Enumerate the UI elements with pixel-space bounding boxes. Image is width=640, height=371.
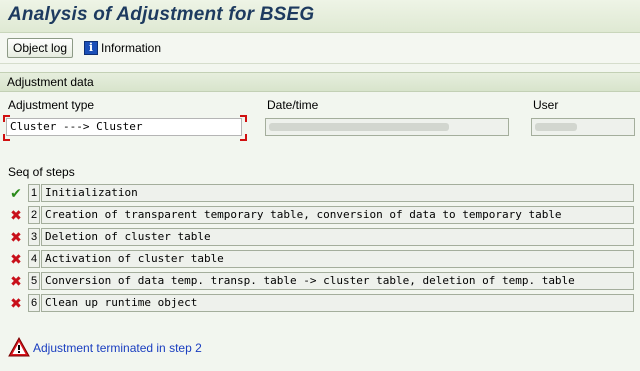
step-description[interactable]: Deletion of cluster table bbox=[41, 228, 634, 246]
info-icon: i bbox=[84, 40, 98, 55]
step-number: 2 bbox=[28, 206, 40, 224]
step-description[interactable]: Conversion of data temp. transp. table -… bbox=[41, 272, 634, 290]
error-x-icon: ✖ bbox=[10, 229, 22, 245]
adjustment-type-field[interactable]: Cluster ---> Cluster bbox=[6, 118, 242, 136]
step-row: ✖ 6 Clean up runtime object bbox=[0, 294, 640, 314]
step-description[interactable]: Creation of transparent temporary table,… bbox=[41, 206, 634, 224]
error-x-icon: ✖ bbox=[10, 251, 22, 267]
datetime-field[interactable] bbox=[265, 118, 509, 136]
step-row: ✖ 4 Activation of cluster table bbox=[0, 250, 640, 270]
step-number: 1 bbox=[28, 184, 40, 202]
focus-corner-tr bbox=[240, 115, 247, 122]
application-toolbar: Object log i Information bbox=[0, 33, 640, 64]
step-row: ✖ 5 Conversion of data temp. transp. table… bbox=[0, 272, 640, 292]
redacted-user bbox=[535, 123, 577, 131]
title-bar: Analysis of Adjustment for BSEG bbox=[0, 0, 640, 33]
redacted-datetime bbox=[269, 123, 449, 131]
focus-corner-br bbox=[240, 134, 247, 141]
focus-corner-tl bbox=[3, 115, 10, 122]
error-x-icon: ✖ bbox=[10, 207, 22, 223]
error-x-icon: ✖ bbox=[10, 273, 22, 289]
status-message-text: Adjustment terminated in step 2 bbox=[33, 341, 202, 355]
step-description[interactable]: Activation of cluster table bbox=[41, 250, 634, 268]
information-label: Information bbox=[101, 40, 162, 55]
step-row: ✖ 2 Creation of transparent temporary tabl… bbox=[0, 206, 640, 226]
step-row: ✔ 1 Initialization bbox=[0, 184, 640, 204]
step-description[interactable]: Clean up runtime object bbox=[41, 294, 634, 312]
step-row: ✖ 3 Deletion of cluster table bbox=[0, 228, 640, 248]
step-description[interactable]: Initialization bbox=[41, 184, 634, 202]
step-number: 3 bbox=[28, 228, 40, 246]
window-title: Analysis of Adjustment for BSEG bbox=[8, 4, 315, 25]
step-number: 5 bbox=[28, 272, 40, 290]
step-number: 4 bbox=[28, 250, 40, 268]
checkmark-icon: ✔ bbox=[10, 185, 22, 201]
information-button[interactable]: i Information bbox=[84, 39, 161, 57]
warning-icon bbox=[8, 337, 30, 357]
user-field[interactable] bbox=[531, 118, 635, 136]
object-log-button[interactable]: Object log bbox=[7, 38, 74, 58]
error-x-icon: ✖ bbox=[10, 295, 22, 311]
adjustment-type-label: Adjustment type bbox=[8, 98, 95, 112]
focus-corner-bl bbox=[3, 134, 10, 141]
user-label: User bbox=[533, 98, 559, 112]
adjustment-data-header: Adjustment data bbox=[0, 72, 640, 92]
seq-of-steps-label: Seq of steps bbox=[8, 165, 75, 179]
section-title: Adjustment data bbox=[7, 75, 94, 89]
step-number: 6 bbox=[28, 294, 40, 312]
datetime-label: Date/time bbox=[267, 98, 319, 112]
